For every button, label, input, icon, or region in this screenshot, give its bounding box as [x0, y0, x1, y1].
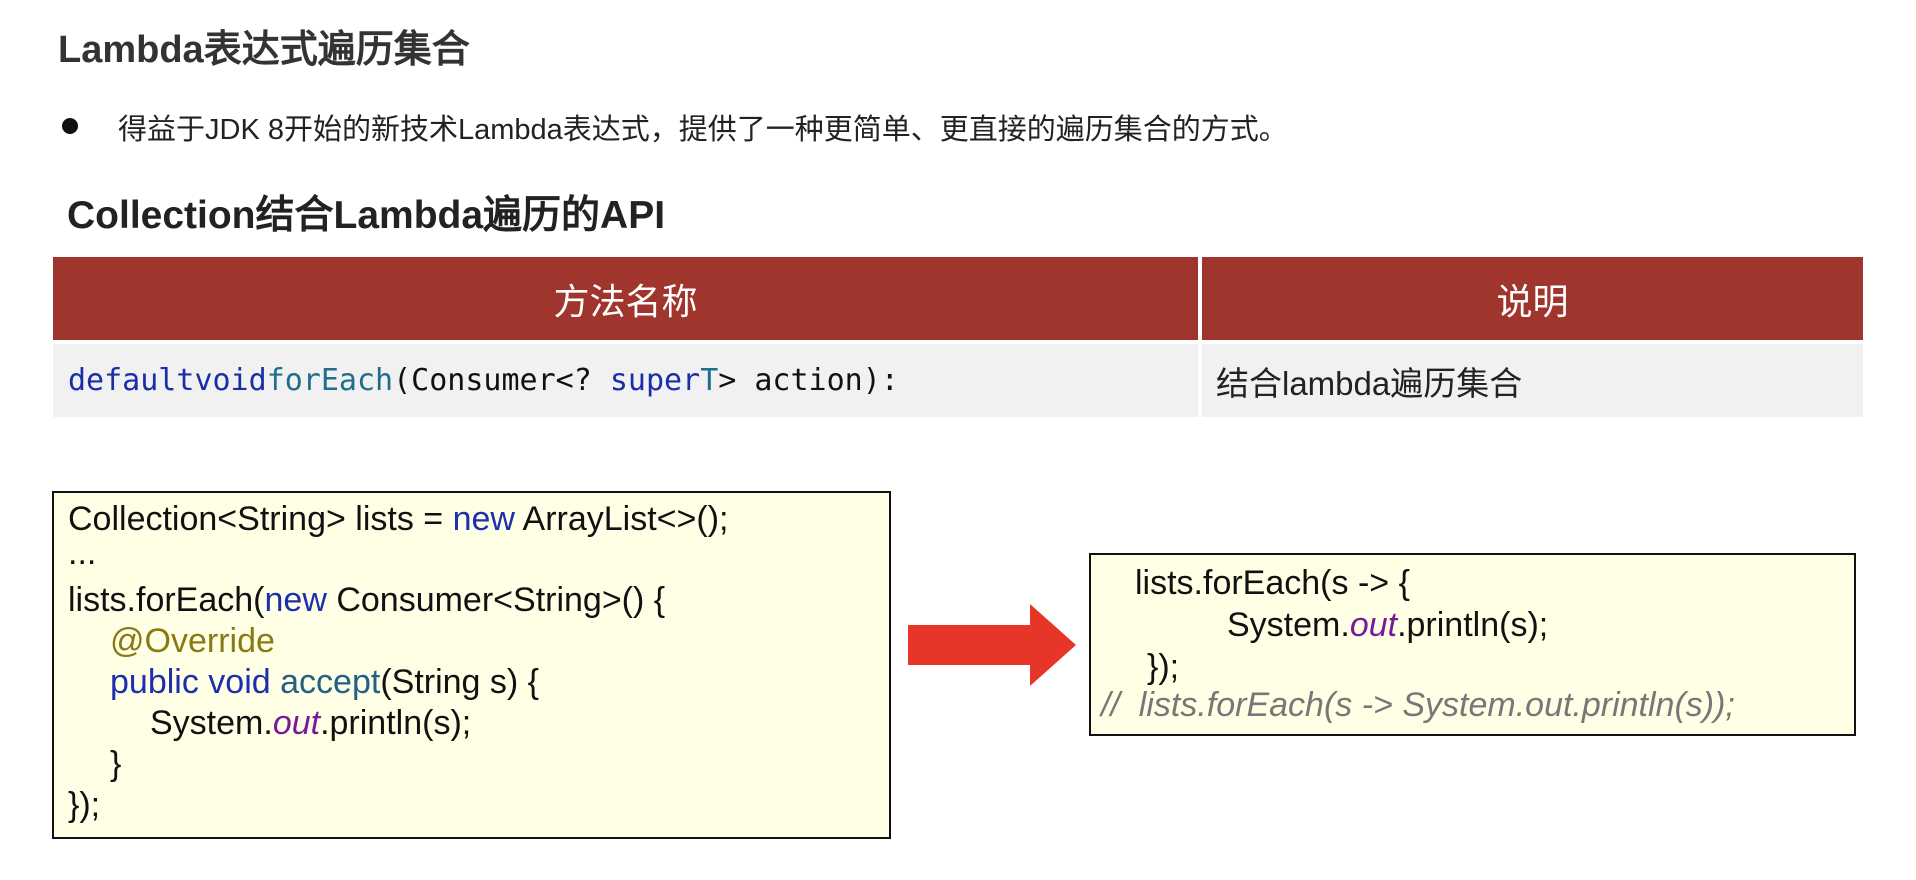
code-line: System.out.println(s);: [1227, 605, 1548, 645]
method-params-start: (Consumer<?: [393, 363, 610, 398]
method-name: forEach: [266, 363, 394, 398]
bullet-dot-icon: [62, 118, 78, 134]
code-line: ...: [68, 534, 97, 572]
table-row: default void forEach (Consumer<? super T >…: [53, 340, 1863, 417]
code-text: System.: [1227, 606, 1350, 644]
code-line: System.out.println(s);: [150, 703, 471, 743]
code-text: .println(s);: [1397, 606, 1549, 644]
keyword-super: super: [609, 363, 701, 398]
code-line: });: [1147, 648, 1180, 686]
code-keyword: new: [452, 500, 515, 538]
code-keyword: public: [110, 663, 199, 701]
section-subtitle: Collection结合Lambda遍历的API: [67, 194, 666, 237]
right-arrow-icon: [908, 604, 1076, 686]
lambda-code-box: lists.forEach(s -> { System.out.println(…: [1089, 553, 1856, 736]
code-text: Collection<String> lists =: [68, 500, 453, 538]
code-field: out: [272, 704, 321, 742]
method-signature: default void forEach (Consumer<? super T >…: [53, 344, 1198, 417]
type-param: T: [700, 363, 719, 398]
api-table: 方法名称 说明 default void forEach (Consumer<? …: [53, 257, 1863, 417]
keyword-default: default: [68, 363, 195, 398]
page-title: Lambda表达式遍历集合: [58, 29, 470, 71]
method-params-end: > action):: [718, 363, 899, 398]
header-description: 说明: [1202, 257, 1863, 340]
code-line: lists.forEach(s -> {: [1135, 564, 1410, 602]
code-method: accept: [280, 663, 381, 701]
code-text: ArrayList<>();: [514, 500, 729, 538]
header-method-name: 方法名称: [53, 257, 1198, 340]
code-keyword: void: [208, 663, 271, 701]
code-text: .println(s);: [320, 704, 472, 742]
keyword-void: void: [194, 363, 267, 398]
anonymous-class-code-box: Collection<String> lists = new ArrayList…: [52, 491, 891, 839]
code-line: Collection<String> lists = new ArrayList…: [68, 499, 728, 539]
code-line: public void accept(String s) {: [110, 662, 539, 702]
code-keyword: new: [264, 581, 327, 619]
bullet-text: 得益于JDK 8开始的新技术Lambda表达式，提供了一种更简单、更直接的遍历集…: [118, 114, 1288, 146]
code-text: System.: [150, 704, 273, 742]
code-text: lists.forEach(: [68, 581, 265, 619]
code-text: (String s) {: [380, 663, 540, 701]
code-field: out: [1349, 606, 1398, 644]
code-line: lists.forEach(new Consumer<String>() {: [68, 580, 665, 620]
code-annotation: @Override: [110, 622, 275, 660]
method-description: 结合lambda遍历集合: [1202, 344, 1863, 417]
code-comment: // lists.forEach(s -> System.out.println…: [1101, 686, 1735, 724]
table-header-row: 方法名称 说明: [53, 257, 1863, 340]
code-text: Consumer<String>() {: [326, 581, 666, 619]
code-line: });: [68, 786, 101, 824]
code-line: }: [110, 745, 122, 783]
